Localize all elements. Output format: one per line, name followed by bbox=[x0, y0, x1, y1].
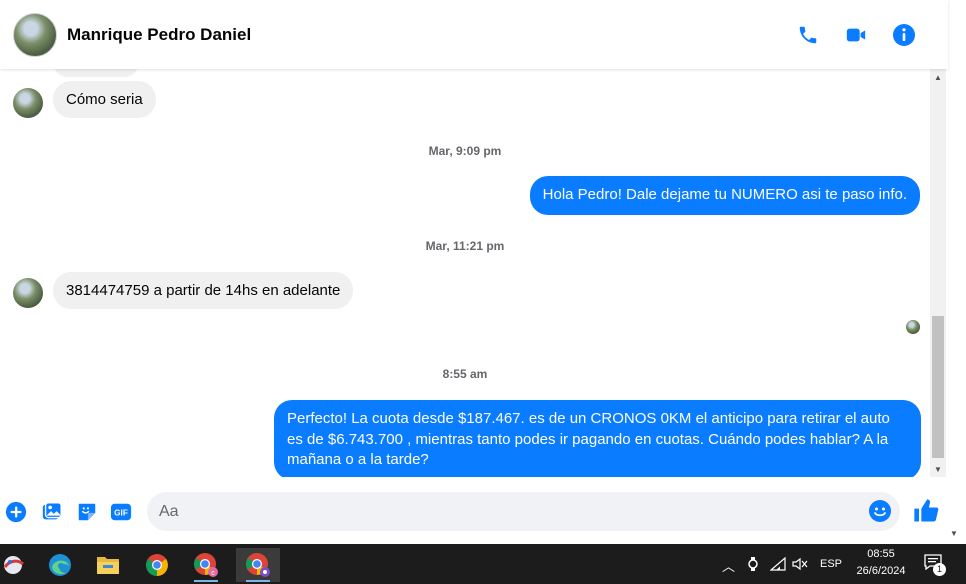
outgoing-message[interactable]: Perfecto! La cuota desde $187.467. es de… bbox=[274, 400, 921, 477]
start-button[interactable] bbox=[0, 548, 32, 582]
chrome-profile-incognito-icon bbox=[246, 553, 270, 577]
show-hidden-icons-chevron-icon[interactable]: ︿ bbox=[722, 556, 735, 575]
chrome-icon bbox=[146, 554, 168, 576]
scroll-up-arrow-icon[interactable]: ▲ bbox=[930, 69, 946, 85]
svg-text:c: c bbox=[211, 570, 215, 577]
conversation-info-button[interactable] bbox=[880, 15, 928, 55]
gif-icon: GIF bbox=[110, 503, 132, 521]
image-icon bbox=[42, 502, 62, 520]
emoji-icon[interactable] bbox=[868, 499, 892, 523]
header-actions bbox=[784, 15, 928, 55]
edge-icon bbox=[49, 554, 71, 576]
notification-center-button[interactable]: 1 bbox=[924, 554, 948, 576]
scroll-down-arrow-icon[interactable]: ▼ bbox=[930, 461, 946, 477]
taskbar-chrome-profile-c[interactable]: c bbox=[188, 548, 224, 582]
contact-name[interactable]: Manrique Pedro Daniel bbox=[67, 25, 251, 45]
meet-now-icon[interactable] bbox=[746, 556, 760, 572]
start-icon bbox=[3, 556, 24, 574]
running-indicator bbox=[194, 580, 218, 582]
taskbar-chrome-profile-incognito[interactable] bbox=[236, 548, 280, 582]
info-icon bbox=[893, 23, 915, 46]
scrollbar-thumb[interactable] bbox=[932, 316, 944, 458]
volume-muted-icon[interactable] bbox=[792, 557, 808, 571]
windows-taskbar: c ︿ ESP 08:55 26/6/2024 1 bbox=[0, 544, 966, 584]
phone-icon bbox=[799, 26, 817, 43]
message-composer: GIF ▼ bbox=[0, 477, 966, 544]
message-bubble-partial bbox=[53, 69, 139, 77]
message-timestamp: 8:55 am bbox=[442, 367, 488, 381]
window-scroll-arrow-icon[interactable]: ▼ bbox=[950, 529, 958, 538]
chrome-profile-c-icon: c bbox=[194, 553, 218, 577]
outgoing-message[interactable]: Hola Pedro! Dale dejame tu NUMERO asi te… bbox=[529, 176, 920, 215]
thumbs-up-icon[interactable] bbox=[912, 497, 940, 525]
clock-time: 08:55 bbox=[867, 548, 895, 560]
message-timestamp: Mar, 9:09 pm bbox=[428, 144, 502, 158]
incoming-message[interactable]: 3814474759 a partir de 14hs en adelante bbox=[53, 272, 354, 309]
running-indicator bbox=[246, 580, 270, 582]
wifi-icon[interactable] bbox=[770, 557, 786, 571]
gif-button[interactable]: GIF bbox=[109, 500, 133, 524]
contact-avatar[interactable] bbox=[13, 12, 57, 57]
file-explorer-icon bbox=[97, 557, 119, 574]
sticker-button[interactable] bbox=[75, 500, 99, 524]
voice-call-button[interactable] bbox=[784, 15, 832, 55]
taskbar-file-explorer[interactable] bbox=[90, 548, 126, 582]
notification-count-badge: 1 bbox=[933, 563, 946, 576]
message-input[interactable] bbox=[147, 492, 900, 531]
message-timestamp: Mar, 11:21 pm bbox=[425, 239, 505, 253]
video-camera-icon bbox=[846, 28, 866, 41]
more-actions-button[interactable] bbox=[4, 500, 28, 524]
plus-icon bbox=[5, 501, 27, 523]
sticker-icon bbox=[78, 503, 96, 521]
clock-date: 26/6/2024 bbox=[856, 565, 906, 577]
conversation-header: Manrique Pedro Daniel bbox=[0, 0, 948, 69]
taskbar-edge[interactable] bbox=[42, 548, 78, 582]
sender-avatar bbox=[13, 278, 43, 308]
incoming-message[interactable]: Cómo seria bbox=[53, 81, 156, 118]
system-clock[interactable]: 08:55 26/6/2024 bbox=[846, 546, 916, 580]
taskbar-chrome[interactable] bbox=[139, 548, 175, 582]
read-receipt-avatar bbox=[906, 320, 920, 334]
attach-photo-button[interactable] bbox=[40, 500, 64, 524]
gif-label: GIF bbox=[114, 509, 128, 518]
window-edge bbox=[948, 0, 966, 69]
message-list[interactable]: Cómo seria Mar, 9:09 pm Hola Pedro! Dale… bbox=[0, 69, 930, 477]
sender-avatar bbox=[13, 88, 43, 118]
video-call-button[interactable] bbox=[832, 15, 880, 55]
chat-scrollbar[interactable]: ▲ ▼ bbox=[930, 69, 946, 477]
input-language[interactable]: ESP bbox=[820, 558, 842, 570]
